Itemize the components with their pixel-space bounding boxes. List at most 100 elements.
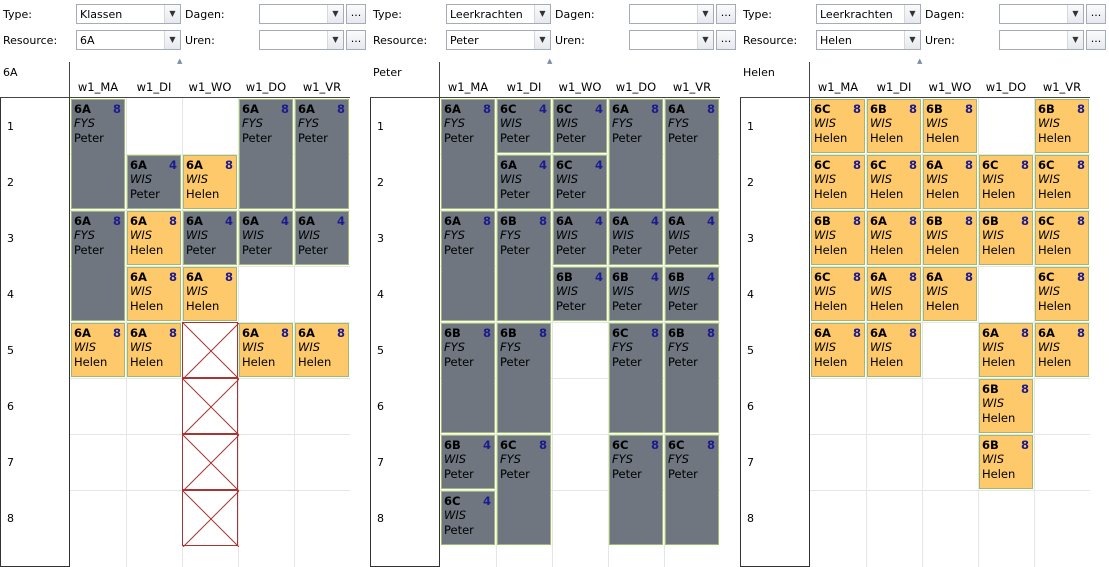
chevron-down-icon[interactable]: ▼ [327, 5, 343, 23]
lesson-card[interactable]: 6A 4 WIS Peter [127, 155, 181, 209]
type-select[interactable]: Klassen ▼ [76, 4, 181, 24]
lesson-card[interactable]: 6A 8 FYS Peter [239, 99, 293, 209]
lesson-card[interactable]: 6A 8 WIS Helen [127, 211, 181, 265]
lesson-card[interactable]: 6A 8 WIS Helen [923, 155, 977, 209]
lesson-card[interactable]: 6A 8 WIS Helen [867, 267, 921, 321]
chevron-down-icon[interactable]: ▼ [534, 5, 550, 23]
lesson-card[interactable]: 6A 4 WIS Peter [239, 211, 293, 265]
lesson-card[interactable]: 6A 4 WIS Peter [183, 211, 237, 265]
lesson-card[interactable]: 6C 8 FYS Peter [609, 323, 663, 433]
chevron-down-icon[interactable]: ▼ [534, 31, 550, 49]
chevron-down-icon[interactable]: ▼ [697, 31, 713, 49]
uren-select[interactable]: ▼ [259, 30, 344, 50]
lesson-card[interactable]: 6B 4 WIS Peter [441, 435, 495, 489]
lesson-card[interactable]: 6C 8 WIS Helen [1035, 267, 1089, 321]
uren-ellipsis-button[interactable]: ... [1086, 30, 1106, 50]
lesson-card[interactable]: 6A 8 FYS Peter [441, 211, 495, 321]
lesson-card[interactable]: 6A 4 WIS Peter [553, 211, 607, 265]
chevron-down-icon[interactable]: ▼ [164, 5, 180, 23]
lesson-card[interactable]: 6B 8 WIS Helen [979, 379, 1033, 433]
dagen-ellipsis-button[interactable]: ... [346, 4, 366, 24]
splitter-grip-icon[interactable]: ▲ [547, 57, 552, 65]
lesson-card[interactable]: 6A 8 FYS Peter [609, 99, 663, 209]
resource-select[interactable]: Helen ▼ [816, 30, 921, 50]
lesson-card[interactable]: 6C 8 FYS Peter [665, 435, 719, 545]
splitter-grip-icon[interactable]: ▲ [177, 57, 182, 65]
lesson-card[interactable]: 6A 8 WIS Helen [867, 211, 921, 265]
lesson-card[interactable]: 6C 8 FYS Peter [497, 435, 551, 545]
dagen-ellipsis-button[interactable]: ... [1086, 4, 1106, 24]
lesson-card[interactable]: 6C 4 WIS Peter [497, 99, 551, 153]
dagen-select[interactable]: ▼ [629, 4, 714, 24]
lesson-count: 8 [852, 270, 861, 284]
lesson-card[interactable]: 6A 8 WIS Helen [923, 267, 977, 321]
chevron-down-icon[interactable]: ▼ [164, 31, 180, 49]
lesson-card[interactable]: 6A 8 FYS Peter [295, 99, 349, 209]
lesson-card[interactable]: 6A 4 WIS Peter [609, 211, 663, 265]
lesson-card[interactable]: 6A 8 FYS Peter [71, 99, 125, 209]
lesson-card[interactable]: 6B 8 WIS Helen [979, 211, 1033, 265]
lesson-card[interactable]: 6C 8 WIS Helen [811, 155, 865, 209]
lesson-card[interactable]: 6C 8 WIS Helen [811, 267, 865, 321]
lesson-card[interactable]: 6A 8 FYS Peter [665, 99, 719, 209]
type-select[interactable]: Leerkrachten ▼ [446, 4, 551, 24]
chevron-down-icon[interactable]: ▼ [327, 31, 343, 49]
lesson-card[interactable]: 6A 8 WIS Helen [183, 267, 237, 321]
lesson-card[interactable]: 6B 8 FYS Peter [497, 323, 551, 433]
uren-ellipsis-button[interactable]: ... [346, 30, 366, 50]
uren-select[interactable]: ▼ [999, 30, 1084, 50]
chevron-down-icon[interactable]: ▼ [1067, 5, 1083, 23]
day-header-w1_MA: w1_MA [447, 80, 489, 94]
lesson-card[interactable]: 6B 8 WIS Helen [811, 211, 865, 265]
lesson-card[interactable]: 6B 4 WIS Peter [609, 267, 663, 321]
lesson-card[interactable]: 6A 8 FYS Peter [441, 99, 495, 209]
lesson-card[interactable]: 6A 8 WIS Helen [811, 323, 865, 377]
lesson-card[interactable]: 6A 8 WIS Helen [127, 323, 181, 377]
lesson-card[interactable]: 6B 8 FYS Peter [665, 323, 719, 433]
dagen-select[interactable]: ▼ [999, 4, 1084, 24]
lesson-card[interactable]: 6A 8 WIS Helen [867, 323, 921, 377]
lesson-card[interactable]: 6B 8 WIS Helen [1035, 99, 1089, 153]
lesson-card[interactable]: 6B 4 WIS Peter [553, 267, 607, 321]
lesson-card[interactable]: 6A 4 WIS Peter [665, 211, 719, 265]
lesson-card[interactable]: 6B 8 FYS Peter [497, 211, 551, 321]
lesson-card[interactable]: 6A 8 WIS Helen [979, 323, 1033, 377]
uren-select[interactable]: ▼ [629, 30, 714, 50]
lesson-card[interactable]: 6C 8 WIS Helen [1035, 211, 1089, 265]
resource-select[interactable]: 6A ▼ [76, 30, 181, 50]
lesson-card[interactable]: 6B 8 FYS Peter [441, 323, 495, 433]
lesson-card[interactable]: 6B 8 WIS Helen [979, 435, 1033, 489]
lesson-card[interactable]: 6A 8 WIS Helen [295, 323, 349, 377]
lesson-card[interactable]: 6A 8 WIS Helen [127, 267, 181, 321]
lesson-card[interactable]: 6A 4 WIS Peter [295, 211, 349, 265]
lesson-card[interactable]: 6C 8 WIS Helen [811, 99, 865, 153]
lesson-card[interactable]: 6A 8 FYS Peter [71, 211, 125, 321]
lesson-card[interactable]: 6A 8 WIS Helen [1035, 323, 1089, 377]
lesson-card[interactable]: 6C 8 WIS Helen [979, 155, 1033, 209]
lesson-card[interactable]: 6C 4 WIS Peter [553, 99, 607, 153]
lesson-card[interactable]: 6B 8 WIS Helen [867, 99, 921, 153]
chevron-down-icon[interactable]: ▼ [1067, 31, 1083, 49]
lesson-card[interactable]: 6C 8 FYS Peter [609, 435, 663, 545]
lesson-card[interactable]: 6C 4 WIS Peter [441, 491, 495, 545]
lesson-card[interactable]: 6A 8 WIS Helen [239, 323, 293, 377]
lesson-card[interactable]: 6C 4 WIS Peter [553, 155, 607, 209]
lesson-card[interactable]: 6C 8 WIS Helen [867, 155, 921, 209]
lesson-card[interactable]: 6C 8 WIS Helen [1035, 155, 1089, 209]
lesson-card[interactable]: 6B 4 WIS Peter [665, 267, 719, 321]
chevron-down-icon[interactable]: ▼ [904, 31, 920, 49]
chevron-down-icon[interactable]: ▼ [697, 5, 713, 23]
chevron-down-icon[interactable]: ▼ [904, 5, 920, 23]
splitter-grip-icon[interactable]: ▲ [917, 57, 922, 65]
resource-select[interactable]: Peter ▼ [446, 30, 551, 50]
row-label-8: 8 [740, 490, 810, 546]
uren-ellipsis-button[interactable]: ... [716, 30, 736, 50]
type-select[interactable]: Leerkrachten ▼ [816, 4, 921, 24]
lesson-card[interactable]: 6A 8 WIS Helen [71, 323, 125, 377]
lesson-card[interactable]: 6A 8 WIS Helen [183, 155, 237, 209]
lesson-card[interactable]: 6B 8 WIS Helen [923, 211, 977, 265]
lesson-card[interactable]: 6B 8 WIS Helen [923, 99, 977, 153]
lesson-card[interactable]: 6A 4 WIS Peter [497, 155, 551, 209]
dagen-select[interactable]: ▼ [259, 4, 344, 24]
dagen-ellipsis-button[interactable]: ... [716, 4, 736, 24]
